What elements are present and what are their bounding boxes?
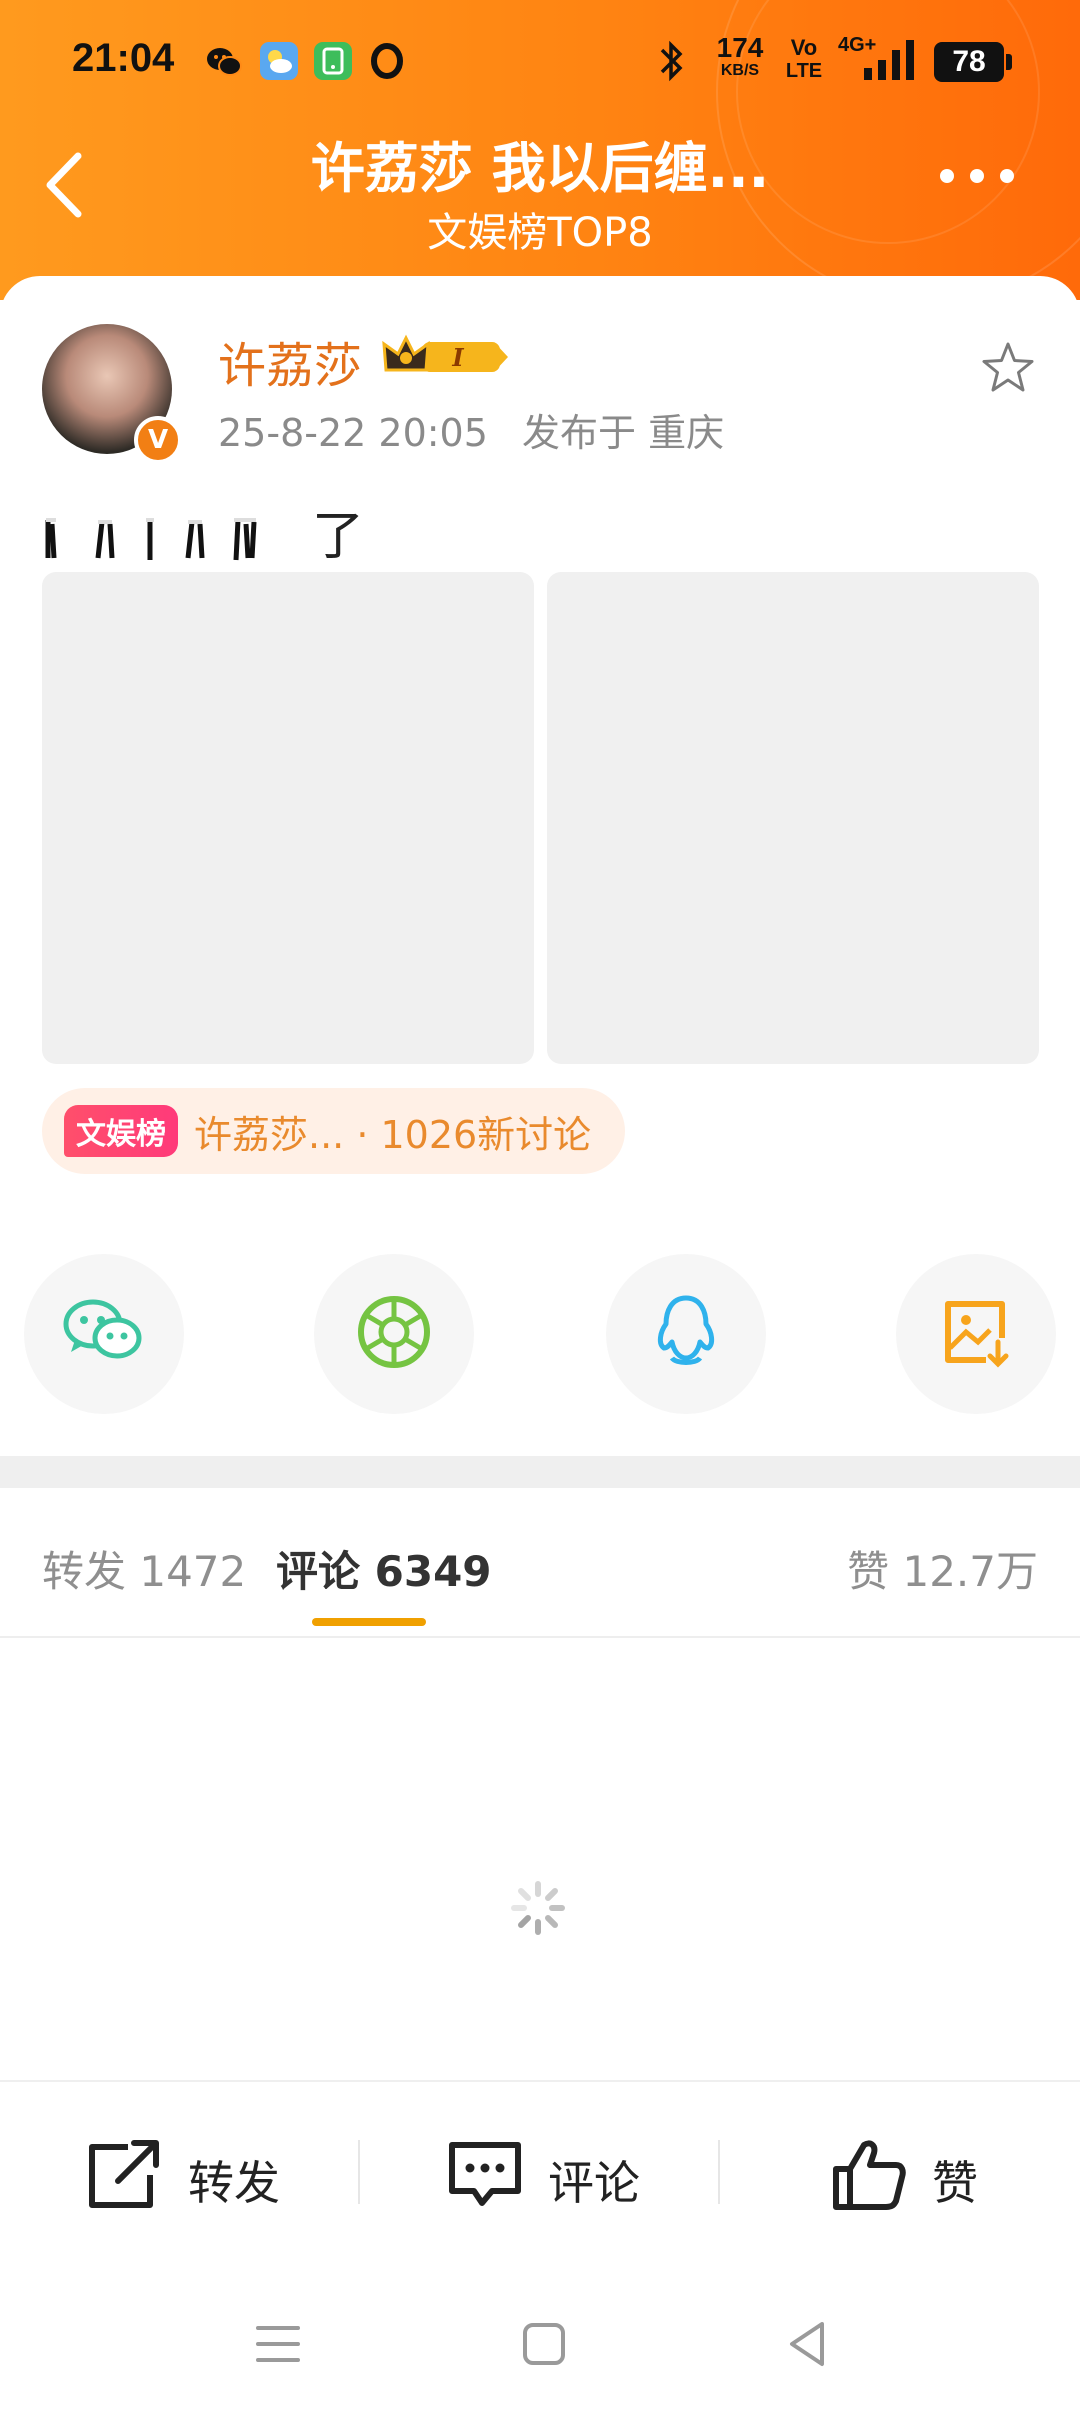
back-nav-icon[interactable] xyxy=(778,2314,838,2374)
tab-likes[interactable]: 赞 12.7万 xyxy=(847,1538,1038,1599)
header: 21:04 174 KB/S Vo LTE 4G+ 78 许荔莎 我以后缠...… xyxy=(0,0,1080,300)
post-text: 了 xyxy=(42,494,364,570)
repost-button[interactable]: 转发 xyxy=(84,2139,280,2222)
member-crown-badge-icon[interactable]: I xyxy=(382,332,512,382)
like-icon xyxy=(830,2137,932,2224)
post-text-suffix: 了 xyxy=(312,507,365,567)
status-bar: 21:04 174 KB/S Vo LTE 4G+ 78 xyxy=(0,30,1080,94)
status-time: 21:04 xyxy=(72,36,175,80)
comment-button[interactable]: 评论 xyxy=(446,2140,640,2220)
volte-bottom: LTE xyxy=(785,60,823,82)
like-label: 赞 xyxy=(932,2156,978,2210)
comment-icon xyxy=(446,2139,548,2222)
share-moments-button[interactable] xyxy=(314,1254,474,1414)
repost-label: 转发 xyxy=(188,2156,280,2210)
tab-repost[interactable]: 转发 1472 xyxy=(42,1538,246,1599)
network-speed-value: 174 xyxy=(716,32,764,63)
opera-notification-icon xyxy=(368,42,406,80)
tab-comments[interactable]: 评论 6349 xyxy=(276,1538,492,1599)
save-image-button[interactable] xyxy=(896,1254,1056,1414)
share-wechat-button[interactable] xyxy=(24,1254,184,1414)
page-title: 许荔莎 我以后缠... xyxy=(310,137,770,200)
save-image-icon xyxy=(936,1292,1016,1376)
menu-icon[interactable] xyxy=(248,2314,308,2374)
app-notification-icon xyxy=(314,42,352,80)
home-icon[interactable] xyxy=(514,2314,574,2374)
author-name[interactable]: 许荔莎 xyxy=(218,326,362,396)
loading-spinner-icon xyxy=(508,1878,568,1938)
action-separator xyxy=(358,2140,360,2204)
volte-top: Vo xyxy=(790,35,818,60)
star-icon[interactable] xyxy=(980,340,1036,396)
bluetooth-icon xyxy=(656,36,686,91)
comment-label: 评论 xyxy=(548,2156,640,2210)
page-subtitle[interactable]: 文娱榜TOP8 xyxy=(0,200,1080,258)
tab-active-indicator xyxy=(312,1618,426,1626)
battery-indicator: 78 xyxy=(934,42,1012,82)
topic-chip[interactable]: 文娱榜 许荔莎... · 1026新讨论 xyxy=(42,1088,626,1174)
post-meta: 25-8-22 20:05 发布于 重庆 xyxy=(218,402,724,457)
qq-icon xyxy=(646,1292,726,1376)
share-qq-button[interactable] xyxy=(606,1254,766,1414)
stats-tabs: 转发 1472 评论 6349 赞 12.7万 xyxy=(0,1488,1080,1638)
topic-tag: 文娱榜 xyxy=(64,1105,178,1157)
post-location: 发布于 重庆 xyxy=(522,411,725,455)
more-icon[interactable] xyxy=(932,168,1032,198)
section-divider xyxy=(0,1456,1080,1488)
scribbled-text-icon xyxy=(45,518,257,561)
action-separator xyxy=(718,2140,720,2204)
volte-indicator: Vo LTE xyxy=(782,35,826,83)
moments-icon xyxy=(354,1292,434,1376)
repost-icon xyxy=(84,2139,188,2222)
network-speed-unit: KB/S xyxy=(720,62,760,79)
wechat-notification-icon xyxy=(204,42,242,80)
bottom-action-bar: 转发 评论 赞 xyxy=(0,2080,1080,2262)
verified-badge-icon: V xyxy=(134,416,182,464)
level-badge-text: I xyxy=(451,343,464,372)
weather-notification-icon xyxy=(260,42,298,80)
network-speed: 174 KB/S xyxy=(710,34,770,80)
post-timestamp: 25-8-22 20:05 xyxy=(218,411,488,455)
topic-text: 许荔莎... · 1026新讨论 xyxy=(194,1112,592,1157)
post-image[interactable] xyxy=(547,572,1039,1064)
wechat-icon xyxy=(59,1292,149,1376)
post-image[interactable] xyxy=(42,572,534,1064)
system-navigation-bar xyxy=(0,2280,1080,2412)
like-button[interactable]: 赞 xyxy=(830,2139,978,2220)
signal-icon xyxy=(862,40,918,87)
